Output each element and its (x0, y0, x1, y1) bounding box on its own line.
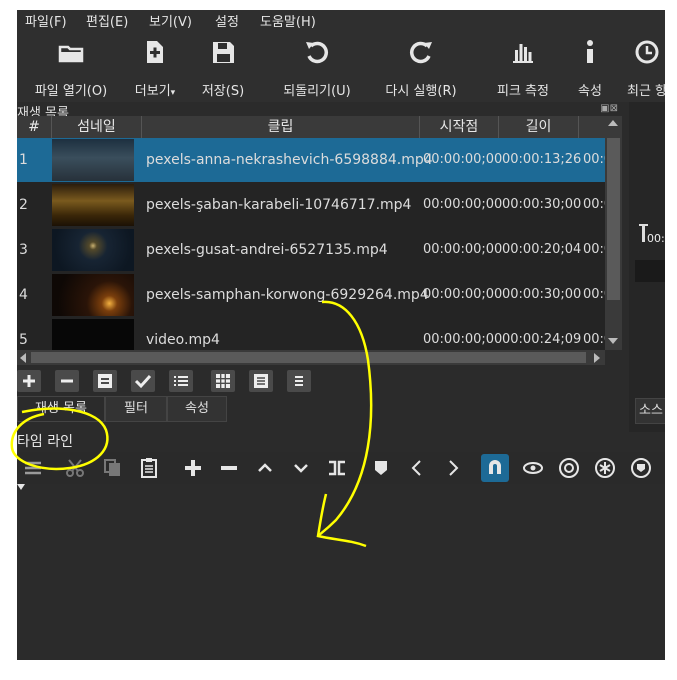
annotation-arrow-shaft (317, 300, 373, 537)
annotation-arrow-head (316, 493, 367, 548)
annotation-overlay (10, 300, 373, 548)
annotation-circle (10, 407, 109, 471)
